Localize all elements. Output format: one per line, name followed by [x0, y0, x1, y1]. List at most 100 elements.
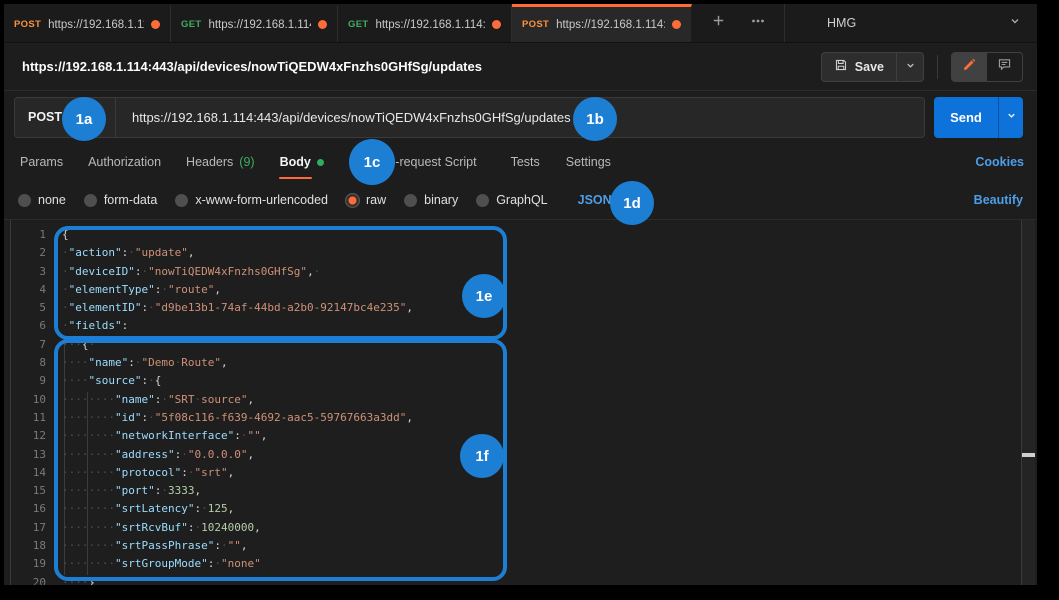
navtab-label: Authorization	[88, 155, 161, 169]
tab-tests[interactable]: Tests	[511, 143, 540, 181]
code-editor[interactable]: 1{2·"action":·"update",3·"deviceID":·"no…	[4, 226, 1021, 585]
body-type-label: x-www-form-urlencoded	[195, 193, 328, 207]
send-options-button[interactable]	[998, 97, 1023, 138]
navtab-label: Settings	[566, 155, 611, 169]
line-number: 15	[4, 482, 46, 500]
method-badge: GET	[181, 19, 201, 30]
body-type-label: binary	[424, 193, 458, 207]
code-line: 14········"protocol":·"srt",	[4, 464, 1021, 482]
line-number: 4	[4, 281, 46, 299]
postman-app: POST https://192.168.1.114:4 GET https://19…	[4, 4, 1037, 585]
code-line: 9····"source":·{	[4, 372, 1021, 390]
body-type-label: GraphQL	[496, 193, 547, 207]
code-line: 15········"port":·3333,	[4, 482, 1021, 500]
code-line: 12········"networkInterface":·"",	[4, 427, 1021, 445]
tab-url-label: https://192.168.1.114:44	[375, 19, 485, 31]
line-number: 2	[4, 244, 46, 262]
radio-form-data	[84, 194, 97, 207]
tab-params[interactable]: Params	[20, 143, 63, 181]
line-number: 5	[4, 299, 46, 317]
code-text: {	[46, 226, 69, 244]
annotation-1a: 1a	[62, 97, 106, 141]
edit-mode-button[interactable]	[952, 53, 987, 81]
plus-icon	[711, 13, 726, 33]
tab-url-label: https://192.168.1.114:4	[556, 19, 665, 31]
code-line: 2·"action":·"update",	[4, 244, 1021, 262]
more-tabs-button[interactable]	[748, 13, 768, 33]
body-type-raw[interactable]: raw	[346, 193, 386, 207]
ellipsis-icon	[750, 13, 766, 34]
request-tab[interactable]: GET https://192.168.1.114:44	[171, 4, 338, 42]
code-text: ········"name":·"SRT·source",	[46, 391, 254, 409]
request-tab[interactable]: GEThttps://192.168.1.114:44	[338, 4, 512, 42]
code-text: ·"elementType":·"route",	[46, 281, 221, 299]
code-line: 6·"fields":	[4, 317, 1021, 335]
cookies-link[interactable]: Cookies	[975, 155, 1024, 169]
request-header: https://192.168.1.114:443/api/devices/no…	[4, 43, 1037, 91]
line-number: 8	[4, 354, 46, 372]
chevron-down-icon	[1009, 14, 1021, 32]
code-text: ········"port":·3333,	[46, 482, 201, 500]
request-builder: POST https://192.168.1.114:443/api/devic…	[4, 91, 1037, 143]
method-badge: POST	[522, 19, 549, 30]
tab-url-label: https://192.168.1.114:4	[48, 19, 144, 31]
body-type-graphql[interactable]: GraphQL	[476, 193, 547, 207]
environment-selector[interactable]: HMG	[784, 4, 1037, 42]
line-number: 1	[4, 226, 46, 244]
tab-settings[interactable]: Settings	[566, 143, 611, 181]
code-text: ········"srtPassPhrase":·"",	[46, 537, 247, 555]
line-number: 19	[4, 555, 46, 573]
editor-scrollbar[interactable]	[1021, 220, 1035, 585]
divider	[937, 55, 938, 79]
unsaved-dot	[318, 20, 327, 29]
code-line: 11········"id":·"5f08c116-f639-4692-aac5…	[4, 409, 1021, 427]
tab-headers[interactable]: Headers(9)	[186, 143, 255, 181]
code-line: 17········"srtRcvBuf":·10240000,	[4, 519, 1021, 537]
code-line: 13········"address":·"0.0.0.0",	[4, 446, 1021, 464]
code-line: 18········"srtPassPhrase":·"",	[4, 537, 1021, 555]
line-number: 3	[4, 263, 46, 281]
tab-url-label: https://192.168.1.114:44	[208, 19, 311, 31]
code-text: ········"id":·"5f08c116-f639-4692-aac5-5…	[46, 409, 413, 427]
code-line: 7···{·	[4, 336, 1021, 354]
radio-raw	[346, 194, 359, 207]
line-number: 12	[4, 427, 46, 445]
save-options-button[interactable]	[896, 53, 923, 81]
line-number: 16	[4, 500, 46, 518]
navtab-label: Tests	[511, 155, 540, 169]
beautify-link[interactable]: Beautify	[974, 193, 1023, 207]
body-type-binary[interactable]: binary	[404, 193, 458, 207]
body-type-x-www-form-urlencoded[interactable]: x-www-form-urlencoded	[175, 193, 328, 207]
request-tab-strip: ParamsAuthorizationHeaders(9)BodyPre-req…	[4, 143, 1037, 181]
annotation-1d: 1d	[610, 181, 654, 225]
new-tab-button[interactable]	[708, 13, 728, 33]
navtab-label: Headers	[186, 155, 233, 169]
tab-authorization[interactable]: Authorization	[88, 143, 161, 181]
code-text: ········"networkInterface":·"",	[46, 427, 267, 445]
floppy-icon	[834, 58, 848, 75]
code-text: ·"action":·"update",	[46, 244, 194, 262]
send-button[interactable]: Send	[934, 97, 998, 138]
line-number: 7	[4, 336, 46, 354]
body-type-none[interactable]: none	[18, 193, 66, 207]
url-input[interactable]: https://192.168.1.114:443/api/devices/no…	[116, 98, 924, 137]
unsaved-dot	[672, 20, 681, 29]
chevron-down-icon	[905, 58, 916, 76]
scrollbar-marker	[1022, 453, 1035, 457]
annotation-1c: 1c	[349, 139, 395, 185]
tab-body[interactable]: Body	[280, 143, 324, 181]
request-tab[interactable]: POSThttps://192.168.1.114:4	[4, 4, 171, 42]
line-number: 14	[4, 464, 46, 482]
save-button[interactable]: Save	[822, 53, 896, 81]
body-type-form-data[interactable]: form-data	[84, 193, 158, 207]
code-line: 19········"srtGroupMode":·"none"	[4, 555, 1021, 573]
code-text: ········"srtGroupMode":·"none"	[46, 555, 261, 573]
comment-button[interactable]	[987, 53, 1022, 81]
code-line: 1{	[4, 226, 1021, 244]
line-number: 18	[4, 537, 46, 555]
request-title: https://192.168.1.114:443/api/devices/no…	[22, 59, 482, 74]
unsaved-dot	[492, 20, 501, 29]
request-tab[interactable]: POST https://192.168.1.114:4	[512, 4, 692, 42]
code-text: ·"deviceID":·"nowTiQEDW4xFnzhs0GHfSg",·	[46, 263, 320, 281]
radio-x-www-form-urlencoded	[175, 194, 188, 207]
